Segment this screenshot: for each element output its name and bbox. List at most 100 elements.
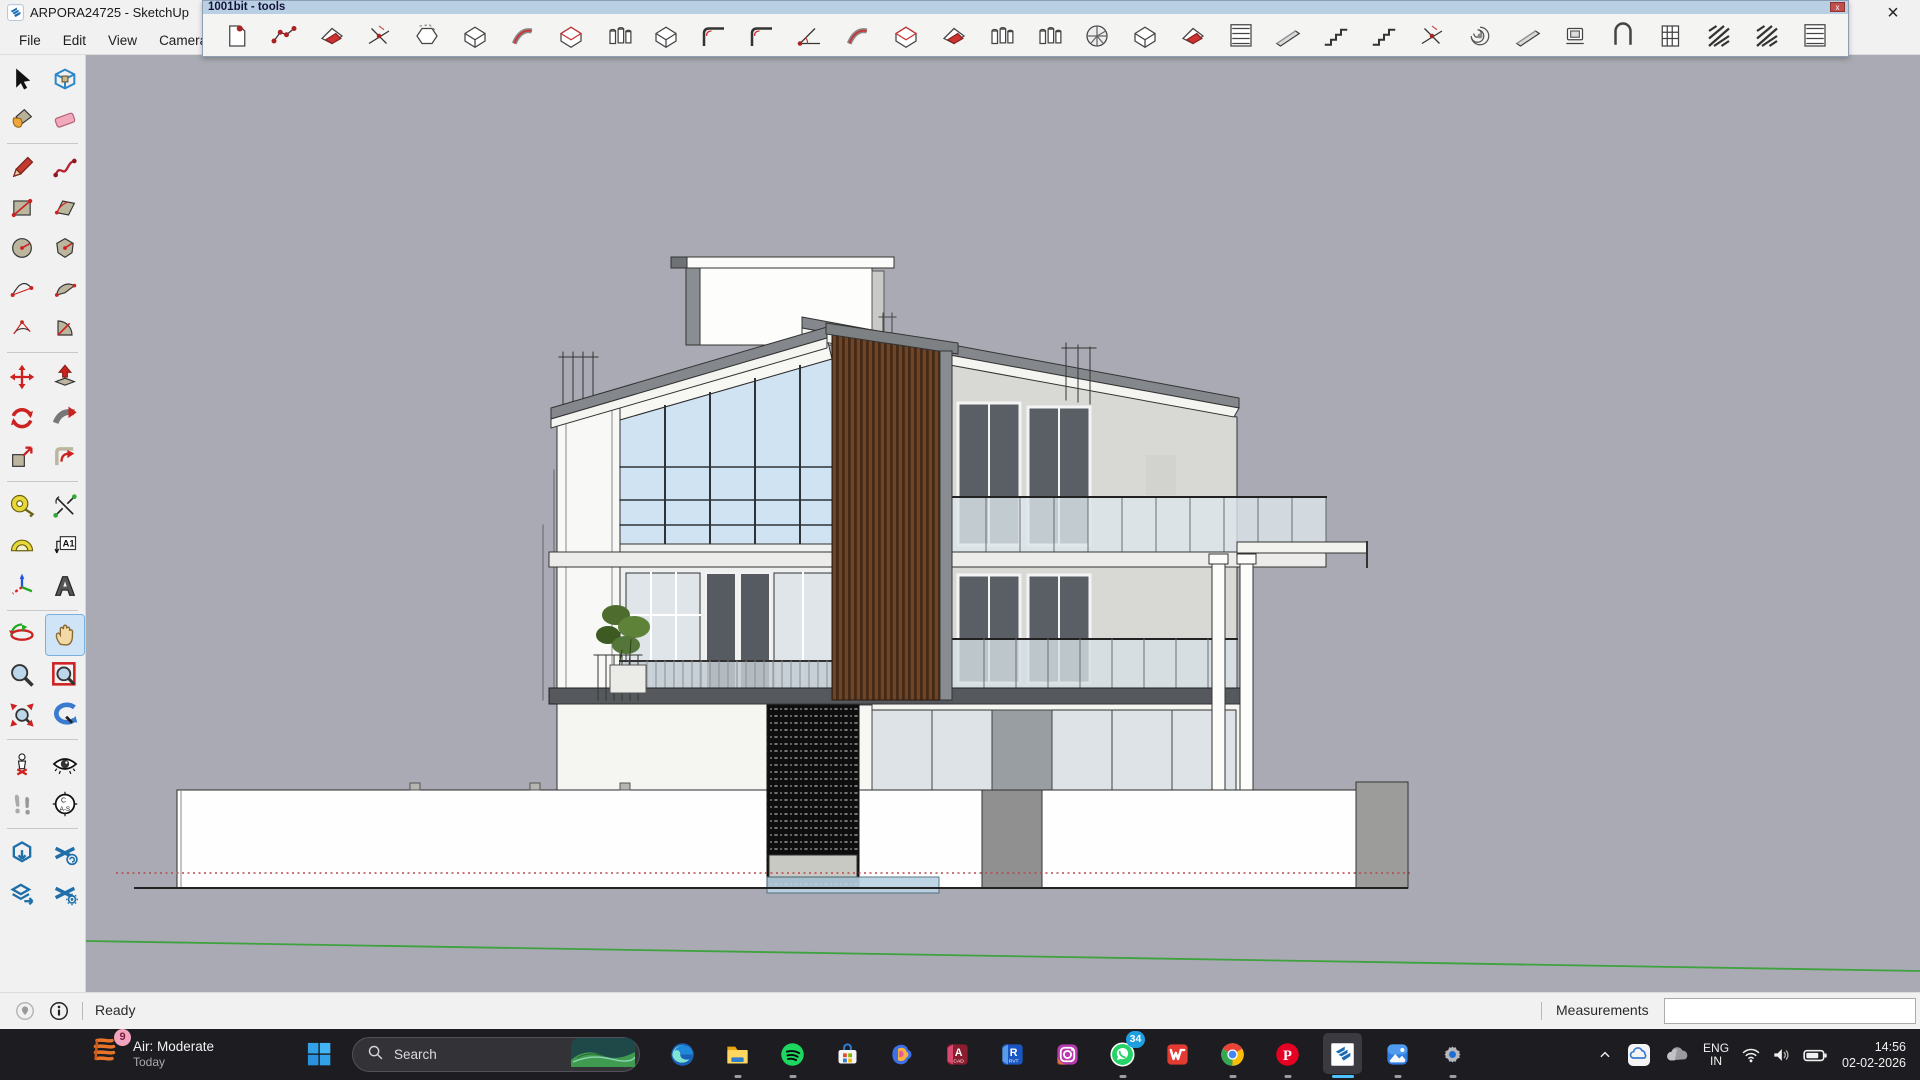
palette-tool-zoom-icon[interactable] [3,655,41,695]
1001bit-tool-polygon-dashed-icon[interactable] [408,17,446,55]
palette-tool-two-point-arc-icon[interactable] [46,268,84,308]
battery-icon[interactable] [1796,1035,1834,1075]
palette-tool-dimension-icon[interactable] [46,486,84,526]
palette-tool-pan-icon[interactable] [46,615,84,655]
palette-tool-freehand-icon[interactable] [46,148,84,188]
1001bit-tool-fold-panel-icon[interactable] [1126,17,1164,55]
taskbar-app-whatsapp-icon[interactable]: 34 [1095,1029,1150,1080]
cloud-icon[interactable] [1658,1035,1696,1075]
palette-tool-walk-icon[interactable] [3,784,41,824]
1001bit-tool-dome-column-icon[interactable] [600,17,638,55]
1001bit-tool-columns-row-icon[interactable] [982,17,1020,55]
1001bit-tool-spiral-stair-icon[interactable] [1461,17,1499,55]
palette-tool-polygon-icon[interactable] [46,228,84,268]
palette-tool-axes-icon[interactable] [3,566,41,606]
1001bit-tool-polyline-points-icon[interactable] [265,17,303,55]
palette-tool-scale-icon[interactable] [3,437,41,477]
1001bit-tool-grille-window-icon[interactable] [1652,17,1690,55]
palette-tool-rectangle-icon[interactable] [3,188,41,228]
palette-tool-make-component-icon[interactable] [46,59,84,99]
taskbar-app-wps-office-icon[interactable] [1150,1029,1205,1080]
1001bit-tool-cage-box-icon[interactable] [887,17,925,55]
palette-tool-eraser-icon[interactable] [46,99,84,139]
1001bit-tool-stairs-flat-icon[interactable] [1317,17,1355,55]
1001bit-tool-stairs-steps-icon[interactable] [1365,17,1403,55]
palette-tool-move-icon[interactable] [3,357,41,397]
palette-tool-orbit-icon[interactable] [3,615,41,655]
palette-tool-tape-measure-icon[interactable] [3,486,41,526]
1001bit-tool-weave-pattern-icon[interactable] [1748,17,1786,55]
palette-tool-rotated-rectangle-icon[interactable] [46,188,84,228]
search-highlight-image[interactable] [571,1038,635,1072]
taskbar-app-settings-icon[interactable] [1425,1029,1480,1080]
1001bit-tool-axis-box-icon[interactable] [647,17,685,55]
volume-icon[interactable] [1766,1035,1796,1075]
1001bit-tool-solid-block-icon[interactable] [456,17,494,55]
onedrive-icon[interactable] [1620,1035,1658,1075]
1001bit-toolbar-titlebar[interactable]: 1001bit - tools x [203,1,1848,14]
1001bit-tool-shelf-stack-icon[interactable] [1222,17,1260,55]
palette-tool-select-icon[interactable] [3,59,41,99]
palette-tool-line-icon[interactable] [3,148,41,188]
taskbar-app-edge-icon[interactable] [655,1029,710,1080]
viewport[interactable] [86,55,1920,992]
palette-tool-offset-icon[interactable] [46,437,84,477]
palette-tool-swap-settings-icon[interactable] [46,873,84,913]
taskbar-app-chrome-icon[interactable] [1205,1029,1260,1080]
taskbar-app-spotify-icon[interactable] [765,1029,820,1080]
palette-tool-push-pull-icon[interactable] [46,357,84,397]
tray-chevron-icon[interactable] [1590,1035,1620,1075]
language-indicator[interactable]: ENG IN [1696,1042,1736,1068]
1001bit-close-icon[interactable]: x [1830,2,1845,12]
palette-tool-follow-me-icon[interactable] [46,397,84,437]
1001bit-tool-screen-panel-icon[interactable] [1556,17,1594,55]
palette-tool-zoom-window-icon[interactable] [46,655,84,695]
1001bit-tool-chamfer-corner-icon[interactable] [743,17,781,55]
taskbar-app-autocad-icon[interactable]: ACAD [930,1029,985,1080]
palette-tool-import-3d-icon[interactable] [3,833,41,873]
1001bit-tool-columns-ring-icon[interactable] [1078,17,1116,55]
palette-tool-circle-icon[interactable] [3,228,41,268]
1001bit-tool-door-frame-icon[interactable] [1604,17,1642,55]
window-close-icon[interactable]: × [1878,0,1908,26]
menu-file[interactable]: File [8,29,52,52]
search-box[interactable]: Search [352,1037,640,1072]
palette-tool-text-icon[interactable]: A1 [46,526,84,566]
palette-tool-protractor-icon[interactable] [3,526,41,566]
taskbar-app-file-explorer-icon[interactable] [710,1029,765,1080]
palette-tool-look-around-icon[interactable] [46,744,84,784]
1001bit-tool-angle-measure-icon[interactable] [791,17,829,55]
taskbar-app-instagram-icon[interactable] [1040,1029,1095,1080]
palette-tool-position-camera-icon[interactable] [3,744,41,784]
taskbar-app-sketchup-icon[interactable] [1315,1029,1370,1080]
1001bit-tool-bend-curve-icon[interactable] [504,17,542,55]
geolocation-icon[interactable] [14,1000,36,1027]
palette-tool-arc-icon[interactable] [3,268,41,308]
clock[interactable]: 14:56 02-02-2026 [1842,1039,1906,1071]
1001bit-tool-box-frame-icon[interactable] [552,17,590,55]
palette-tool-section-plane-icon[interactable]: CA-S [46,784,84,824]
taskbar-app-ms-store-icon[interactable] [820,1029,875,1080]
palette-tool-zoom-extents-icon[interactable] [3,695,41,735]
taskbar-app-pinterest-icon[interactable]: P [1260,1029,1315,1080]
menu-edit[interactable]: Edit [52,29,97,52]
palette-tool-previous-icon[interactable] [46,695,84,735]
1001bit-tool-stairs-branch-icon[interactable] [1413,17,1451,55]
palette-tool-swap-refresh-icon[interactable] [46,833,84,873]
1001bit-toolbar[interactable]: 1001bit - tools x [202,0,1849,57]
start-button[interactable] [305,1040,333,1068]
1001bit-tool-push-face-icon[interactable] [313,17,351,55]
1001bit-tool-hatch-pattern-icon[interactable] [1700,17,1738,55]
1001bit-tool-louver-block-icon[interactable] [1796,17,1834,55]
palette-tool-pie-icon[interactable] [46,308,84,348]
1001bit-tool-columns-cluster-icon[interactable] [1030,17,1068,55]
menu-view[interactable]: View [97,29,148,52]
1001bit-tool-ramp-icon[interactable] [1269,17,1307,55]
palette-tool-rotate-icon[interactable] [3,397,41,437]
palette-tool-3d-text-icon[interactable] [46,566,84,606]
palette-tool-paint-bucket-icon[interactable] [3,99,41,139]
1001bit-tool-extrude-face-icon[interactable] [217,17,255,55]
taskbar-app-photos-icon[interactable] [1370,1029,1425,1080]
measurements-input[interactable] [1664,998,1916,1024]
weather-widget[interactable]: 9 Air: Moderate Today [88,1032,214,1075]
